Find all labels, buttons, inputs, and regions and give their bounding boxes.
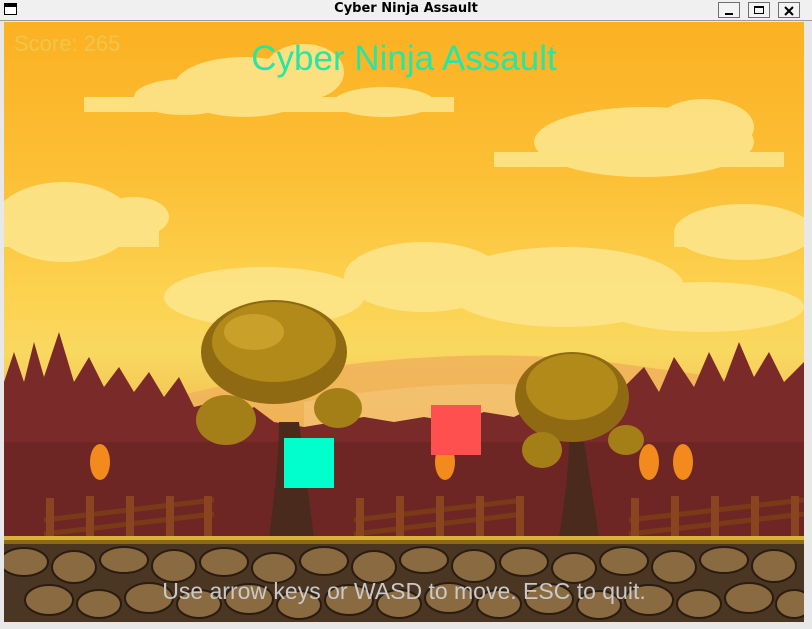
close-button[interactable]	[778, 2, 800, 18]
background-scene	[4, 44, 804, 622]
maximize-button[interactable]	[748, 2, 770, 18]
player-square	[284, 438, 334, 488]
game-window: Cyber Ninja Assault Score: 265 Cyber Nin…	[0, 0, 812, 629]
game-canvas[interactable]: Score: 265 Cyber Ninja Assault Use arrow…	[4, 22, 804, 622]
game-title: Cyber Ninja Assault	[251, 39, 557, 78]
title-bar[interactable]: Cyber Ninja Assault	[0, 0, 812, 21]
clouds	[4, 44, 804, 332]
minimize-button[interactable]	[718, 2, 740, 18]
enemy-square	[431, 405, 481, 455]
instructions-text: Use arrow keys or WASD to move. ESC to q…	[162, 578, 646, 604]
window-title: Cyber Ninja Assault	[334, 1, 478, 16]
close-icon	[784, 6, 794, 16]
window-bottom-border	[0, 622, 812, 629]
